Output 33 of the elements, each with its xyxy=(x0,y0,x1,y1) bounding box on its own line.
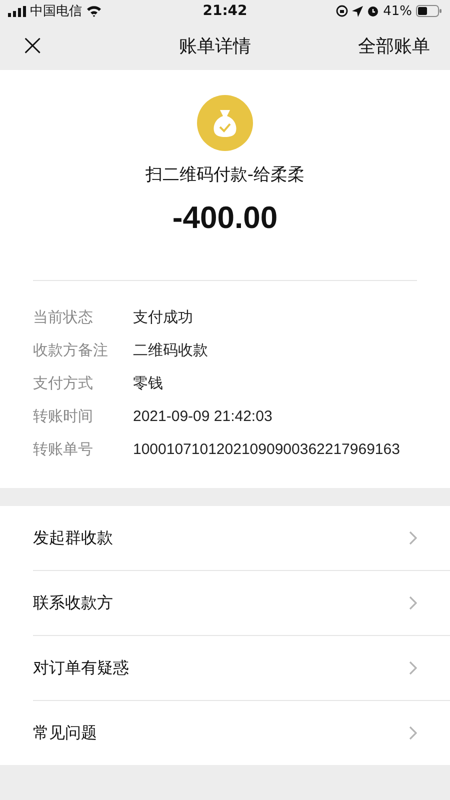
detail-value: 二维码收款 xyxy=(133,341,208,360)
wifi-icon xyxy=(86,5,102,17)
chevron-icon xyxy=(409,596,417,610)
detail-value: 支付成功 xyxy=(133,308,193,327)
bill-title: 扫二维码付款-给柔柔 xyxy=(145,164,305,186)
amount: -400.00 xyxy=(172,200,278,236)
battery-percent: 41% xyxy=(383,4,412,18)
detail-value: 零钱 xyxy=(133,374,163,393)
detail-label: 收款方备注 xyxy=(33,341,109,360)
chevron-icon xyxy=(409,661,417,675)
battery-icon xyxy=(416,5,442,17)
detail-value: 10001071012021090900362217969163 xyxy=(133,441,400,458)
detail-label: 当前状态 xyxy=(33,308,94,327)
detail-value: 2021-09-09 21:42:03 xyxy=(133,408,272,425)
chevron-icon xyxy=(409,531,417,545)
detail-label: 转账单号 xyxy=(33,440,94,459)
signal-icon xyxy=(8,6,26,16)
detail-label: 转账时间 xyxy=(33,407,94,426)
clock-time: 21:42 xyxy=(202,3,248,19)
rotation-lock-icon xyxy=(336,5,348,17)
menu-item[interactable]: 对订单有疑惑 xyxy=(33,635,450,700)
location-icon xyxy=(352,6,364,16)
page-title: 账单详情 xyxy=(178,35,252,58)
menu-item[interactable]: 发起群收款 xyxy=(33,506,450,570)
detail-label: 支付方式 xyxy=(33,374,94,393)
money-bag-icon xyxy=(197,95,253,151)
chevron-icon xyxy=(409,726,417,740)
all-bills-link[interactable]: 全部账单 xyxy=(350,34,430,58)
carrier-name: 中国电信 xyxy=(30,3,82,20)
menu-item[interactable]: 常见问题 xyxy=(33,700,450,765)
menu-item[interactable]: 联系收款方 xyxy=(33,570,450,635)
close-button[interactable]: × xyxy=(20,31,80,61)
alarm-icon xyxy=(367,5,380,17)
